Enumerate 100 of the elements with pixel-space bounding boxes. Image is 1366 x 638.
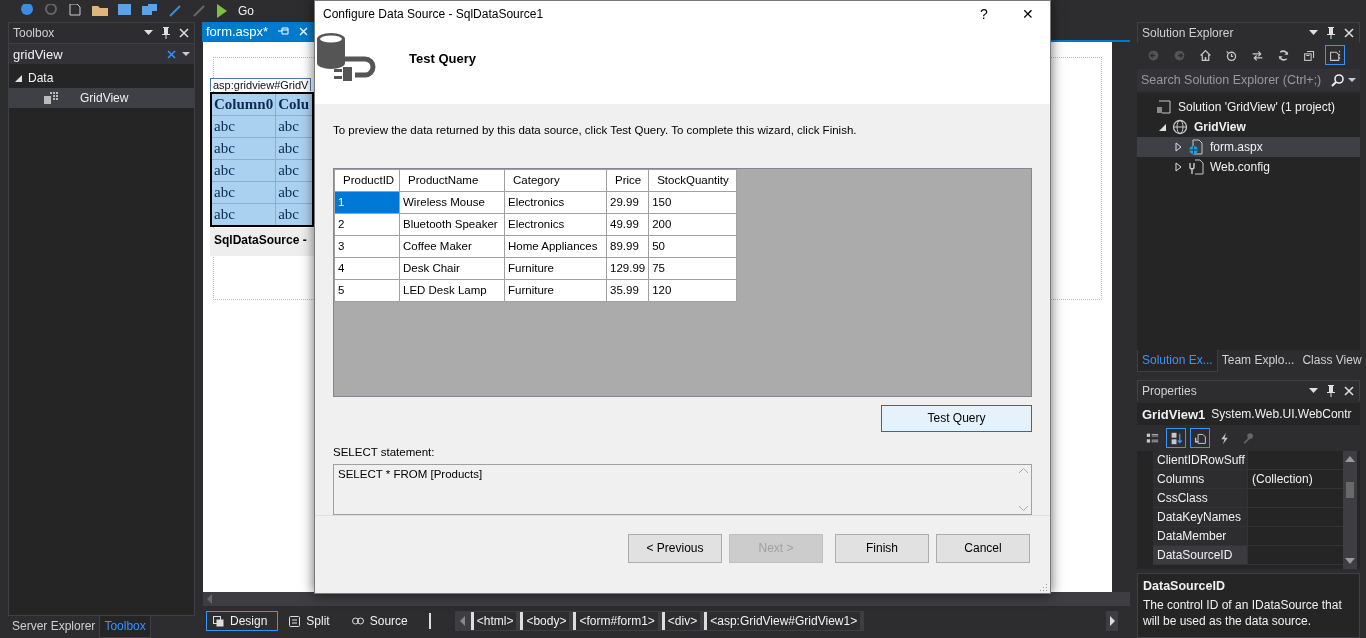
table-cell[interactable]: 1 (334, 191, 400, 214)
pin-icon[interactable] (1327, 27, 1335, 39)
clear-icon[interactable] (167, 49, 176, 59)
property-row[interactable]: DataMember (1153, 527, 1343, 546)
tree-item[interactable]: Data (9, 68, 194, 88)
panel-title: Solution Explorer (1142, 26, 1235, 40)
close-icon[interactable] (1344, 28, 1354, 38)
panel-tab[interactable]: Team Explo... (1217, 350, 1299, 372)
dropdown-icon[interactable] (1309, 388, 1318, 394)
panel-tab[interactable]: Class View (1298, 350, 1366, 372)
scroll-down-icon[interactable] (1345, 558, 1355, 564)
view-tab[interactable]: Source (344, 611, 419, 631)
property-name: DataMember (1153, 527, 1248, 545)
datasource-control: SqlDataSource - (210, 228, 314, 256)
dialog-title: Configure Data Source - SqlDataSource1 (323, 6, 545, 21)
dropdown-icon[interactable] (1309, 30, 1318, 36)
page-heading: Test Query (409, 51, 476, 67)
close-icon[interactable] (1344, 386, 1354, 396)
property-name: Columns (1153, 470, 1248, 488)
panel-tab[interactable]: Toolbox (99, 616, 151, 638)
resize-grip-icon[interactable] (1040, 583, 1048, 591)
view-tab[interactable]: Design (206, 611, 279, 631)
scroll-left-icon[interactable] (458, 615, 467, 627)
solution-icon (1156, 100, 1172, 114)
property-row[interactable]: CssClass (1153, 489, 1343, 508)
search-icon[interactable] (1331, 73, 1344, 87)
split-view-icon (289, 615, 301, 627)
breadcrumb-item[interactable]: <body> (520, 612, 570, 630)
tree-item[interactable]: Web.config (1137, 157, 1360, 177)
column-header[interactable]: ProductName (399, 169, 505, 192)
breadcrumb-item[interactable]: <html> (470, 612, 517, 630)
pin-icon[interactable] (162, 27, 170, 39)
play-icon[interactable] (216, 4, 228, 18)
close-button[interactable]: ✕ (1006, 1, 1050, 26)
save-icon[interactable] (118, 4, 132, 18)
property-row[interactable]: Columns (Collection) (1153, 470, 1343, 489)
run-button[interactable]: Go (238, 4, 254, 18)
wizard-button[interactable]: Cancel (936, 533, 1030, 563)
web-page-icon (1188, 139, 1204, 155)
grid-control-icon (44, 92, 58, 104)
property-value[interactable]: (Collection) (1248, 470, 1343, 488)
new-file-icon[interactable] (68, 4, 82, 18)
tree-item[interactable]: GridView (9, 88, 194, 108)
panel-title: Toolbox (13, 26, 56, 40)
view-tab[interactable]: Split (282, 611, 341, 631)
test-query-button[interactable]: Test Query (881, 404, 1032, 432)
table-cell[interactable]: 3 (334, 235, 400, 258)
help-button[interactable]: ? (962, 1, 1006, 26)
table-cell[interactable]: 5 (334, 279, 400, 302)
tree-item[interactable]: form.aspx (1137, 137, 1360, 157)
expanded-arrow-icon[interactable] (15, 74, 22, 82)
dropdown-icon[interactable] (144, 30, 153, 36)
panel-tab[interactable]: Solution Ex... (1137, 350, 1218, 372)
scrollbar-thumb[interactable] (1346, 482, 1354, 498)
globe-icon (1172, 119, 1188, 135)
pin-icon[interactable] (1327, 385, 1335, 397)
instruction-text: To preview the data returned by this data source, click Test Query. To complete this wizard, click Finish. (333, 123, 858, 136)
property-name: CssClass (1153, 489, 1248, 507)
tree-item[interactable]: GridView (1137, 117, 1360, 137)
property-name: DataKeyNames (1153, 508, 1248, 526)
column-header[interactable]: Price (606, 169, 649, 192)
wizard-button[interactable]: < Previous (628, 533, 722, 563)
document-tab[interactable]: form.aspx* (202, 22, 315, 40)
column-header[interactable]: Category (504, 169, 607, 192)
config-file-icon (1188, 159, 1204, 175)
scroll-right-icon[interactable] (1106, 611, 1118, 631)
scrollbar[interactable] (1343, 451, 1357, 569)
property-name: ClientIDRowSuff (1153, 451, 1248, 469)
table-cell[interactable]: 2 (334, 213, 400, 236)
property-row[interactable]: ClientIDRowSuff (1153, 451, 1343, 470)
table-cell[interactable]: 4 (334, 257, 400, 280)
dropdown-icon[interactable] (1348, 77, 1356, 83)
description-text: The control ID of an IDataSource that will be used as the data source. (1143, 597, 1343, 629)
table-cell: abc (211, 137, 276, 160)
breadcrumb-item[interactable]: <div> (661, 612, 701, 630)
dropdown-icon[interactable] (182, 51, 190, 57)
panel-tab[interactable]: Server Explorer (8, 616, 100, 638)
breadcrumb-item[interactable]: <form#form1> (573, 612, 658, 630)
wizard-button[interactable]: Finish (835, 533, 929, 563)
property-name: DataSourceID (1153, 546, 1248, 564)
expanded-arrow-icon[interactable] (1159, 123, 1166, 131)
breadcrumb-item[interactable]: <asp:GridView#GridView1> (704, 612, 861, 630)
property-row[interactable]: DataSourceID (1153, 546, 1343, 565)
search-field[interactable]: Search Solution Explorer (Ctrl+;) (1137, 69, 1360, 91)
object-selector[interactable]: GridView1 System.Web.UI.WebContr (1137, 403, 1360, 425)
tree-item[interactable]: Solution 'GridView' (1 project) (1137, 97, 1360, 117)
column-header: Column0 (211, 93, 276, 116)
column-header[interactable]: ProductID (334, 169, 400, 192)
source-view-icon (351, 616, 364, 626)
search-field[interactable]: gridView (9, 44, 194, 64)
column-header[interactable]: StockQuantity (648, 169, 737, 192)
tab-label[interactable]: form.aspx* (206, 23, 269, 39)
property-row[interactable]: DataKeyNames (1153, 508, 1343, 527)
scroll-up-icon[interactable] (1345, 456, 1355, 462)
close-icon[interactable] (179, 28, 189, 38)
table-cell: abc (211, 203, 276, 226)
control-tag: asp:gridview#GridV (210, 78, 312, 91)
folder-icon[interactable] (92, 4, 108, 18)
table-cell: abc (211, 181, 276, 204)
save-all-icon[interactable] (142, 4, 158, 18)
